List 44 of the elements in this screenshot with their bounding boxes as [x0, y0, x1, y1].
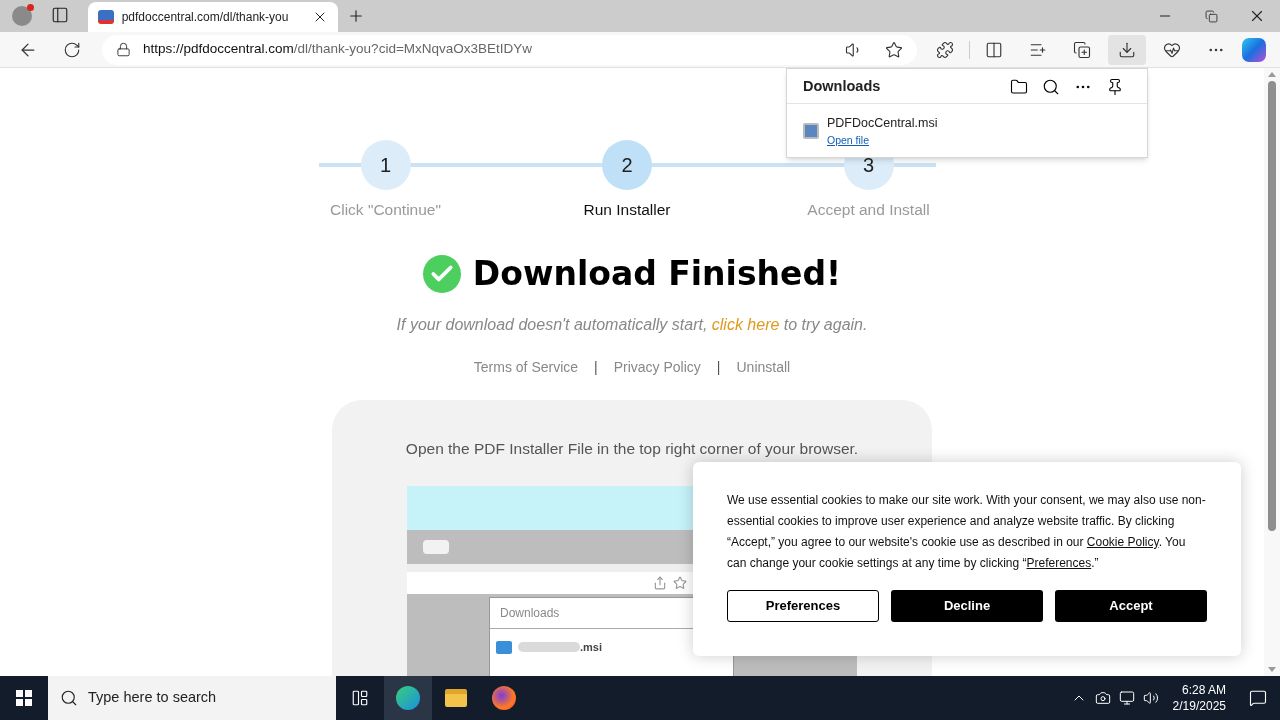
- step-label: Run Installer: [582, 200, 672, 220]
- separator: |: [716, 357, 721, 377]
- installer-file-icon: [803, 123, 819, 140]
- footer-link[interactable]: Terms of Service: [473, 356, 579, 378]
- clock-date: 2/19/2025: [1172, 698, 1226, 714]
- cookie-button[interactable]: Preferences: [727, 590, 879, 622]
- lock-icon: [116, 42, 131, 57]
- cookie-policy-link[interactable]: Cookie Policy: [1086, 535, 1159, 549]
- footer-link[interactable]: Privacy Policy: [613, 356, 701, 378]
- site-icon: [98, 10, 114, 24]
- file-suffix: .msi: [580, 640, 602, 655]
- downloads-icon[interactable]: [1108, 34, 1146, 65]
- profile-icon[interactable]: [12, 6, 32, 26]
- favorite-star-icon[interactable]: [885, 40, 903, 59]
- success-check-icon: [422, 255, 461, 293]
- tab-drawing: [423, 540, 449, 554]
- search-icon: [60, 689, 78, 707]
- cookie-button[interactable]: Decline: [891, 590, 1043, 622]
- file-name: PDFDocCentral.msi: [827, 115, 938, 132]
- share-icon: [653, 576, 667, 590]
- tab-title: pdfdoccentral.com/dl/thank-you: [121, 9, 290, 26]
- clock-time: 6:28 AM: [1181, 682, 1226, 698]
- cookie-button[interactable]: Accept: [1055, 590, 1207, 622]
- assistant-logo-icon[interactable]: [1242, 37, 1266, 62]
- instruction-text: Open the PDF Installer File in the top right corner of your browser.: [405, 438, 859, 459]
- separator: |: [594, 357, 598, 377]
- browser-app-icon[interactable]: [384, 676, 432, 720]
- blurred-name: [518, 642, 580, 653]
- address-field[interactable]: https://pdfdoccentral.com/dl/thank-you?cid=MxNqvaOx3BEtIDYw: [102, 34, 917, 65]
- cookie-text: We use essential cookies to make our site work. With your consent, we may also use non-essential cookies to improve user experience and analyze website traffic. By clicking “Accept,” you agree to our website's cookie use as described in our Cookie Policy. You can change your cookie settings at any time by clicking “Preferences.”: [727, 492, 1207, 572]
- browser-tab[interactable]: pdfdoccentral.com/dl/thank-you: [88, 2, 338, 32]
- scrollbar[interactable]: [1264, 68, 1280, 676]
- step-label: Accept and Install: [806, 200, 931, 220]
- step-label: Click "Continue": [329, 200, 442, 220]
- taskbar-search-field[interactable]: Type here to search: [48, 676, 336, 720]
- tab-actions-icon[interactable]: [50, 5, 70, 25]
- preferences-link[interactable]: Preferences: [1026, 556, 1092, 570]
- installer-icon: [496, 640, 512, 654]
- flyout-title: Downloads: [803, 77, 882, 97]
- url-text: https://pdfdoccentral.com/dl/thank-you?cid=MxNqvaOx3BEtIDYw: [143, 40, 534, 59]
- star-icon: [673, 576, 687, 590]
- retry-note: If your download doesn't automatically start, click here to try again.: [396, 314, 868, 335]
- footer-link[interactable]: Uninstall: [736, 356, 791, 378]
- page-heading: Download Finished!: [472, 253, 842, 296]
